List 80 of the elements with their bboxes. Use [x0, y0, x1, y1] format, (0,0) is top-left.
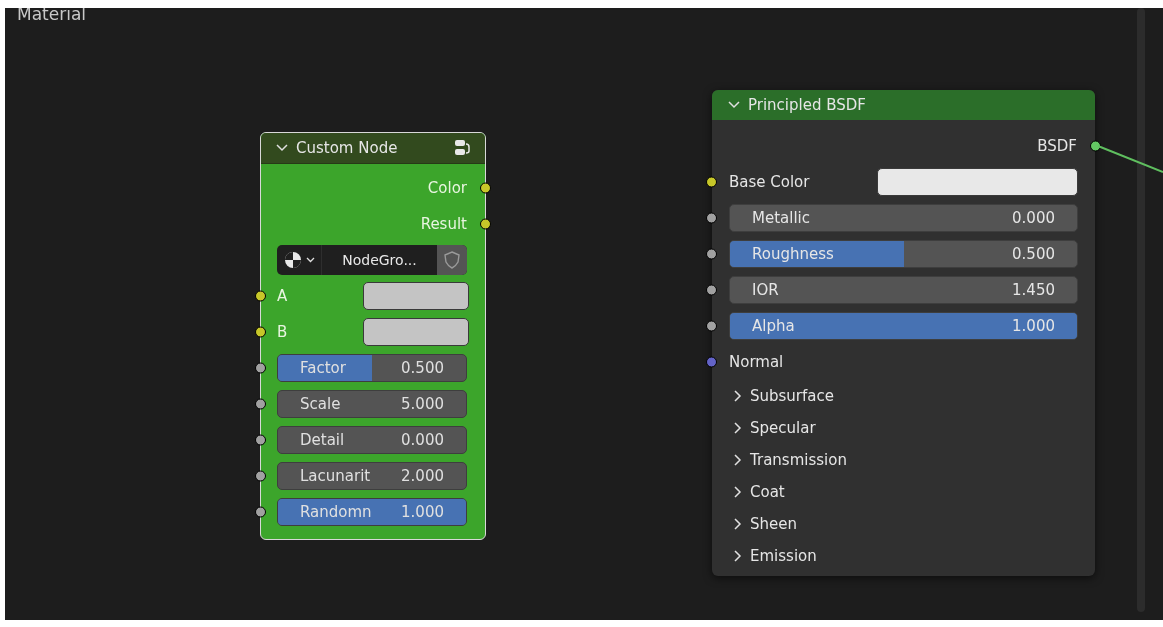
- field-value: 1.000: [401, 501, 444, 523]
- node-link[interactable]: [1097, 145, 1163, 173]
- socket[interactable]: [255, 470, 266, 482]
- chevron-down-icon: [306, 257, 315, 263]
- number-field[interactable]: Scale 5.000: [277, 390, 467, 418]
- socket[interactable]: [255, 506, 266, 518]
- chevron-right-icon[interactable]: [734, 422, 742, 434]
- panel-header[interactable]: Subsurface: [712, 380, 856, 412]
- field-label: Randomn: [300, 501, 372, 523]
- chevron-right-icon[interactable]: [734, 550, 742, 562]
- shield-icon: [444, 251, 460, 269]
- chevron-right-icon[interactable]: [734, 486, 742, 498]
- slider-field[interactable]: Factor 0.500: [277, 354, 467, 382]
- field-value: 0.500: [1012, 243, 1055, 265]
- slider-field[interactable]: Alpha 1.000: [729, 312, 1078, 340]
- field-value: 1.000: [1012, 315, 1055, 337]
- field-value: 0.500: [401, 357, 444, 379]
- field-label: Lacunarit: [300, 465, 371, 487]
- socket-label: B: [277, 321, 289, 343]
- socket[interactable]: [255, 434, 266, 446]
- editor-title: Material: [17, 8, 87, 26]
- field-value: 0.000: [401, 429, 444, 451]
- node-header[interactable]: Custom Node: [261, 133, 485, 164]
- socket-label: Normal: [729, 351, 784, 373]
- chevron-down-icon[interactable]: [276, 144, 288, 152]
- socket[interactable]: [706, 320, 717, 332]
- scrollbar[interactable]: [1137, 8, 1145, 612]
- socket[interactable]: [480, 218, 491, 230]
- datablock-selector[interactable]: NodeGro...: [277, 245, 467, 275]
- slider-field[interactable]: Roughness 0.500: [729, 240, 1078, 268]
- node-title: Principled BSDF: [748, 94, 866, 116]
- socket-label: A: [277, 285, 289, 307]
- field-label: Roughness: [752, 243, 834, 265]
- chevron-right-icon[interactable]: [734, 518, 742, 530]
- number-field[interactable]: IOR 1.450: [729, 276, 1078, 304]
- node-title: Custom Node: [296, 137, 399, 159]
- slider-field[interactable]: Randomn 1.000: [277, 498, 467, 526]
- chevron-right-icon[interactable]: [734, 390, 742, 402]
- panel-header[interactable]: Transmission: [712, 444, 869, 476]
- sphere-icon: [283, 250, 303, 270]
- socket[interactable]: [706, 212, 717, 224]
- field-label: IOR: [752, 279, 779, 301]
- chevron-right-icon[interactable]: [734, 454, 742, 466]
- chevron-down-icon[interactable]: [728, 101, 740, 109]
- field-value: 2.000: [401, 465, 444, 487]
- socket[interactable]: [255, 326, 266, 338]
- field-value: 1.450: [1012, 279, 1055, 301]
- panel-header[interactable]: Emission: [712, 540, 839, 572]
- panel-header[interactable]: Specular: [712, 412, 838, 444]
- color-swatch[interactable]: [363, 282, 469, 310]
- fake-user-button[interactable]: [437, 245, 467, 275]
- socket-label: Color: [427, 177, 467, 199]
- socket[interactable]: [255, 398, 266, 410]
- socket[interactable]: [255, 290, 266, 302]
- socket[interactable]: [1090, 140, 1101, 152]
- field-label: Alpha: [752, 315, 795, 337]
- color-swatch[interactable]: [877, 168, 1078, 196]
- field-value: 5.000: [401, 393, 444, 415]
- socket-label: BSDF: [1037, 135, 1077, 157]
- socket[interactable]: [255, 362, 266, 374]
- socket-label: Result: [420, 213, 467, 235]
- panel-header[interactable]: Coat: [712, 476, 807, 508]
- socket[interactable]: [706, 248, 717, 260]
- node-header[interactable]: Principled BSDF: [712, 90, 1095, 120]
- color-swatch[interactable]: [363, 318, 469, 346]
- number-field[interactable]: Lacunarit 2.000: [277, 462, 467, 490]
- socket-label: Base Color: [729, 171, 811, 193]
- field-label: Detail: [300, 429, 345, 451]
- field-label: Scale: [300, 393, 341, 415]
- number-field[interactable]: Detail 0.000: [277, 426, 467, 454]
- socket[interactable]: [706, 176, 717, 188]
- datablock-name: NodeGro...: [341, 250, 418, 270]
- field-label: Metallic: [752, 207, 810, 229]
- panel-header[interactable]: Sheen: [712, 508, 819, 540]
- socket[interactable]: [480, 182, 491, 194]
- node-group-icon[interactable]: [454, 139, 470, 157]
- number-field[interactable]: Metallic 0.000: [729, 204, 1078, 232]
- socket[interactable]: [706, 284, 717, 296]
- field-value: 0.000: [1012, 207, 1055, 229]
- field-label: Factor: [300, 357, 346, 379]
